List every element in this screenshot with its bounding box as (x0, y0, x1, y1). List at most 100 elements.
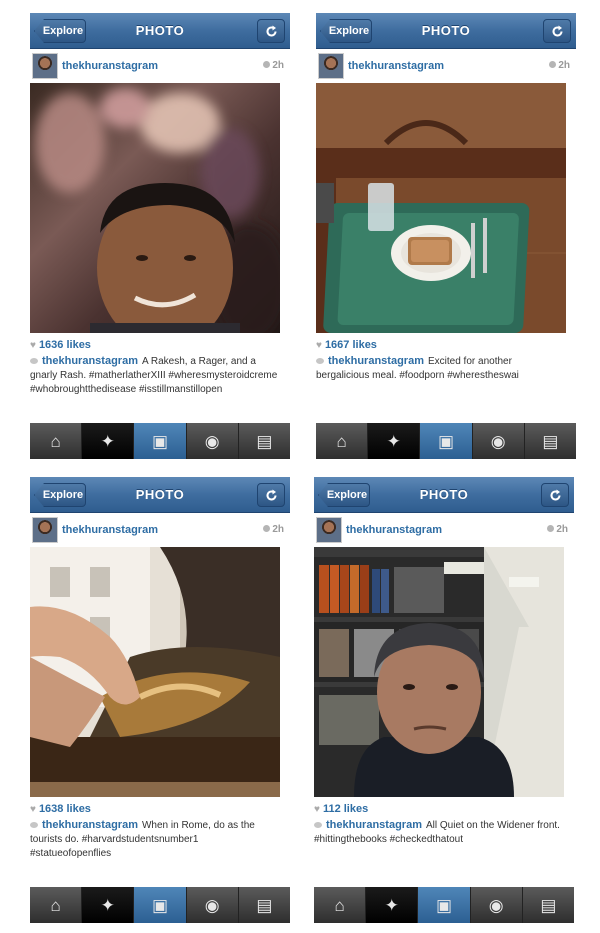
refresh-button[interactable] (543, 19, 571, 43)
avatar[interactable] (316, 517, 342, 543)
tab-explore[interactable]: ✦ (82, 423, 135, 459)
tab-profile[interactable]: ▤ (239, 423, 290, 459)
likes-count[interactable]: ♥ 112 likes (314, 803, 368, 815)
home-icon: ⌂ (336, 431, 347, 451)
home-icon: ⌂ (50, 431, 61, 451)
top-navigation-bar: Explore PHOTO (30, 477, 290, 513)
heart-icon: ♥ (314, 804, 320, 815)
tab-profile[interactable]: ▤ (239, 887, 290, 923)
phone-screen-2: Explore PHOTO thekhuranstagram 2h ♥ 1667… (316, 13, 576, 459)
refresh-button[interactable] (541, 483, 569, 507)
camera-icon: ▣ (435, 895, 453, 915)
post-header: thekhuranstagram 2h (314, 515, 574, 545)
explore-star-icon: ✦ (100, 895, 115, 915)
refresh-icon (552, 25, 563, 37)
post-timestamp: 2h (547, 524, 568, 535)
avatar[interactable] (32, 53, 58, 79)
post-timestamp: 2h (549, 60, 570, 71)
likes-count[interactable]: ♥ 1636 likes (30, 339, 91, 351)
tab-explore[interactable]: ✦ (366, 887, 419, 923)
username-link[interactable]: thekhuranstagram (62, 524, 158, 536)
tab-home[interactable]: ⌂ (316, 423, 369, 459)
camera-icon: ▣ (151, 431, 169, 451)
tab-explore[interactable]: ✦ (368, 423, 421, 459)
post-caption: thekhuranstagram All Quiet on the Widener… (314, 818, 564, 847)
page-title: PHOTO (421, 23, 471, 38)
clock-icon (547, 525, 555, 532)
post-header: thekhuranstagram 2h (30, 51, 290, 81)
likes-count[interactable]: ♥ 1638 likes (30, 803, 91, 815)
comment-bubble-icon (30, 822, 38, 828)
avatar[interactable] (32, 517, 58, 543)
explore-back-button[interactable]: Explore (318, 483, 370, 507)
tab-profile[interactable]: ▤ (523, 887, 574, 923)
bottom-tab-bar: ⌂ ✦ ▣ ◉ ▤ (30, 887, 290, 923)
explore-star-icon: ✦ (100, 431, 115, 451)
news-bubble-icon: ◉ (488, 895, 504, 915)
username-link[interactable]: thekhuranstagram (62, 60, 158, 72)
refresh-button[interactable] (257, 19, 285, 43)
phone-screen-4: Explore PHOTO thekhuranstagram 2h ♥ 112 … (314, 477, 574, 923)
post-header: thekhuranstagram 2h (30, 515, 290, 545)
post-caption: thekhuranstagram A Rakesh, a Rager, and a… (30, 354, 280, 397)
heart-icon: ♥ (316, 340, 322, 351)
page-title: PHOTO (135, 23, 185, 38)
post-photo[interactable] (30, 547, 280, 797)
home-icon: ⌂ (334, 895, 345, 915)
tab-camera[interactable]: ▣ (134, 887, 187, 923)
caption-username-link[interactable]: thekhuranstagram (42, 819, 138, 831)
explore-back-button[interactable]: Explore (34, 483, 86, 507)
avatar[interactable] (318, 53, 344, 79)
post-timestamp: 2h (263, 60, 284, 71)
tab-home[interactable]: ⌂ (30, 887, 83, 923)
tab-news[interactable]: ◉ (471, 887, 523, 923)
refresh-button[interactable] (257, 483, 285, 507)
profile-card-icon: ▤ (540, 895, 557, 915)
tab-news[interactable]: ◉ (473, 423, 525, 459)
post-photo[interactable] (314, 547, 564, 797)
home-icon: ⌂ (50, 895, 61, 915)
profile-card-icon: ▤ (542, 431, 559, 451)
post-photo[interactable] (316, 83, 566, 333)
camera-icon: ▣ (437, 431, 455, 451)
heart-icon: ♥ (30, 804, 36, 815)
tab-explore[interactable]: ✦ (82, 887, 135, 923)
heart-icon: ♥ (30, 340, 36, 351)
username-link[interactable]: thekhuranstagram (348, 60, 444, 72)
refresh-icon (266, 25, 277, 37)
clock-icon (549, 61, 557, 68)
tab-camera[interactable]: ▣ (134, 423, 187, 459)
caption-username-link[interactable]: thekhuranstagram (328, 355, 424, 367)
tab-news[interactable]: ◉ (187, 423, 239, 459)
top-navigation-bar: Explore PHOTO (314, 477, 574, 513)
clock-icon (263, 61, 271, 68)
page-title: PHOTO (419, 487, 469, 502)
comment-bubble-icon (30, 358, 38, 364)
news-bubble-icon: ◉ (490, 431, 506, 451)
explore-star-icon: ✦ (384, 895, 399, 915)
post-timestamp: 2h (263, 524, 284, 535)
likes-count[interactable]: ♥ 1667 likes (316, 339, 377, 351)
username-link[interactable]: thekhuranstagram (346, 524, 442, 536)
caption-username-link[interactable]: thekhuranstagram (326, 819, 422, 831)
caption-username-link[interactable]: thekhuranstagram (42, 355, 138, 367)
explore-star-icon: ✦ (386, 431, 401, 451)
tab-home[interactable]: ⌂ (30, 423, 83, 459)
tab-camera[interactable]: ▣ (418, 887, 471, 923)
news-bubble-icon: ◉ (204, 895, 220, 915)
top-navigation-bar: Explore PHOTO (30, 13, 290, 49)
news-bubble-icon: ◉ (204, 431, 220, 451)
tab-news[interactable]: ◉ (187, 887, 239, 923)
post-header: thekhuranstagram 2h (316, 51, 576, 81)
post-caption: thekhuranstagram When in Rome, do as the … (30, 818, 280, 861)
explore-back-button[interactable]: Explore (320, 19, 372, 43)
explore-back-button[interactable]: Explore (34, 19, 86, 43)
tab-home[interactable]: ⌂ (314, 887, 367, 923)
post-photo[interactable] (30, 83, 280, 333)
phone-screen-3: Explore PHOTO thekhuranstagram 2h ♥ 1638… (30, 477, 290, 923)
tab-profile[interactable]: ▤ (525, 423, 576, 459)
tab-camera[interactable]: ▣ (420, 423, 473, 459)
bottom-tab-bar: ⌂ ✦ ▣ ◉ ▤ (314, 887, 574, 923)
profile-card-icon: ▤ (256, 895, 273, 915)
phone-screen-1: Explore PHOTO thekhuranstagram 2h ♥ 1636… (30, 13, 290, 459)
